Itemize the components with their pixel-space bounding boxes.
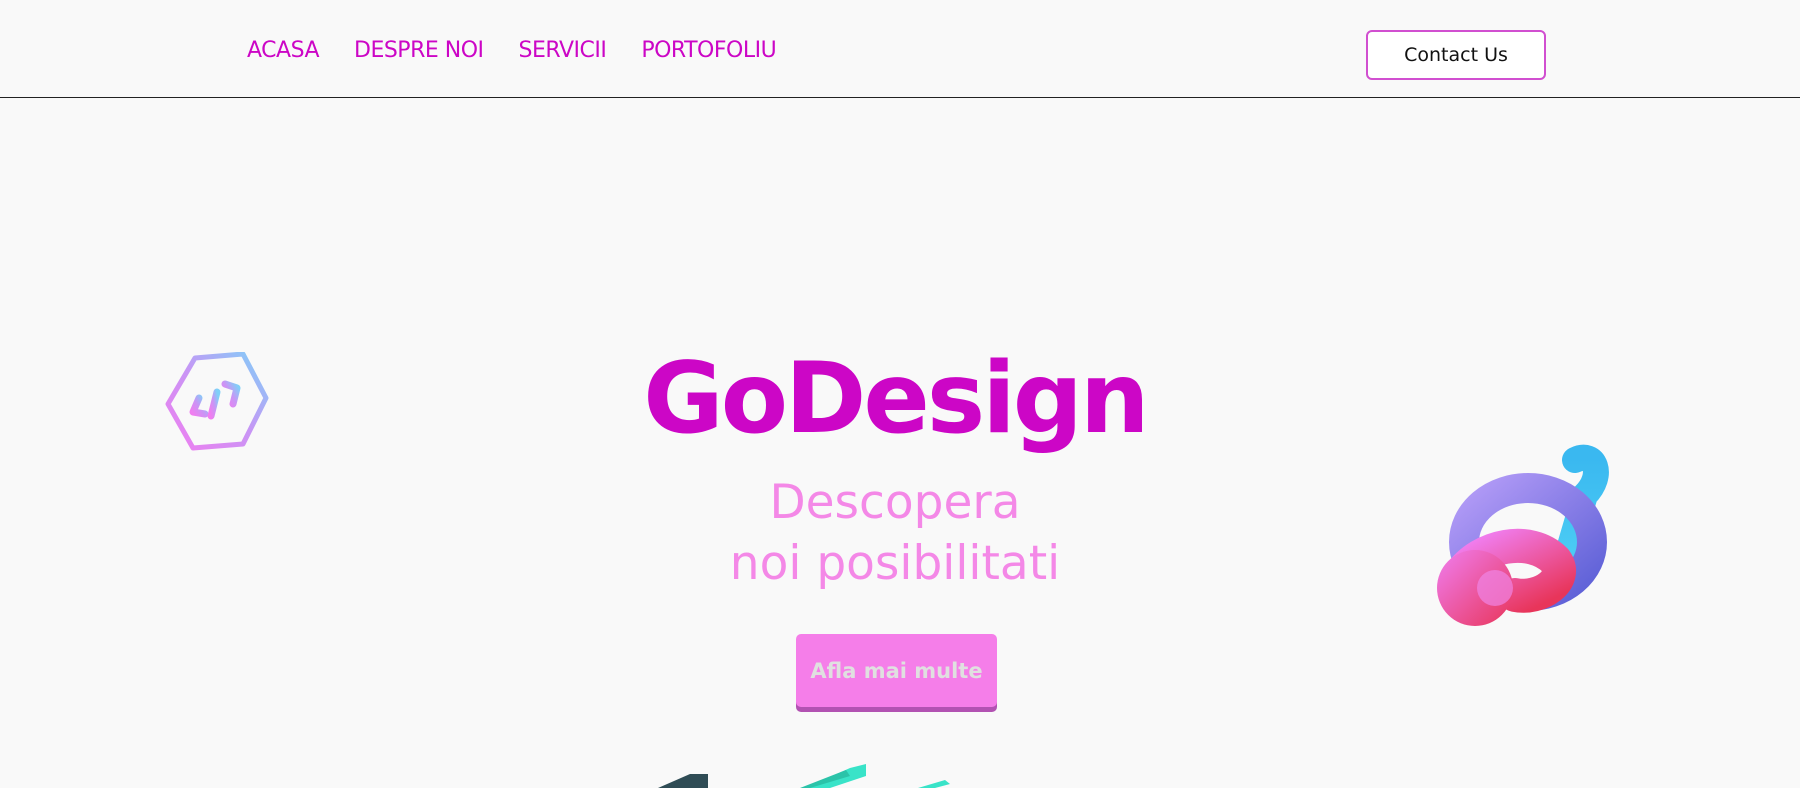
3d-shapes-graphic (658, 764, 950, 788)
nav-link-despre-noi[interactable]: DESPRE NOI (354, 38, 484, 63)
hero-title: GoDesign (643, 342, 1149, 456)
nav-link-servicii[interactable]: SERVICII (519, 38, 607, 63)
navbar: ACASA DESPRE NOI SERVICII PORTOFOLIU Con… (0, 0, 1800, 98)
nav-link-acasa[interactable]: ACASA (247, 38, 320, 63)
learn-more-button[interactable]: Afla mai multe (796, 634, 997, 707)
nav-link-portofoliu[interactable]: PORTOFOLIU (641, 38, 776, 63)
nav-links: ACASA DESPRE NOI SERVICII PORTOFOLIU (247, 38, 777, 63)
3d-knot-graphic (1437, 444, 1609, 626)
contact-us-button[interactable]: Contact Us (1366, 30, 1546, 80)
